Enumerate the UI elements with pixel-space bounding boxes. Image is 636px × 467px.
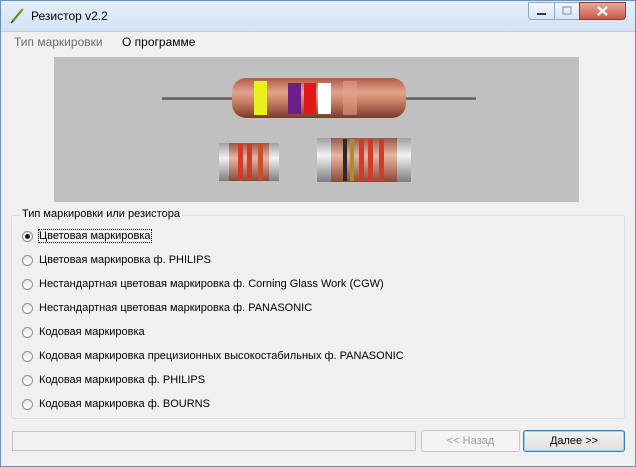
chip-resistor-small — [219, 143, 279, 181]
radio-button[interactable] — [22, 231, 33, 242]
option-label: Цветовая маркировка ф. PHILIPS — [39, 254, 211, 266]
maximize-icon — [562, 6, 572, 15]
option-label: Кодовая маркировка прецизионных высокост… — [39, 350, 404, 362]
option-label: Цветовая маркировка — [38, 229, 152, 243]
option-label: Кодовая маркировка — [39, 326, 145, 338]
radio-button[interactable] — [22, 375, 33, 386]
resistor-illustration — [162, 78, 476, 182]
group-title: Тип маркировки или резистора — [20, 208, 182, 220]
chip-resistor-large — [317, 138, 411, 182]
menu-marking-type[interactable]: Тип маркировки — [14, 35, 103, 49]
radio-button[interactable] — [22, 255, 33, 266]
back-button[interactable]: << Назад — [421, 430, 520, 452]
resistor-image-panel — [54, 57, 579, 202]
radio-button[interactable] — [22, 279, 33, 290]
option-label: Кодовая маркировка ф. BOURNS — [39, 398, 210, 410]
close-button[interactable] — [579, 2, 626, 20]
window-title: Резистор v2.2 — [31, 9, 108, 23]
radio-button[interactable] — [22, 351, 33, 362]
app-window: Резистор v2.2 Тип маркировки О программе — [0, 0, 636, 467]
radio-button[interactable] — [22, 303, 33, 314]
minimize-button[interactable] — [528, 2, 555, 20]
title-bar[interactable]: Резистор v2.2 — [1, 1, 635, 32]
marking-type-group: Тип маркировки или резистора Цветовая ма… — [11, 208, 625, 419]
menu-about[interactable]: О программе — [122, 35, 195, 49]
option-label: Нестандартная цветовая маркировка ф. Cor… — [39, 278, 384, 290]
radio-button[interactable] — [22, 399, 33, 410]
option-label: Нестандартная цветовая маркировка ф. PAN… — [39, 302, 313, 314]
resistor-pen-icon — [10, 8, 24, 24]
radio-selected-dot — [25, 234, 30, 239]
close-icon — [597, 6, 608, 16]
status-field — [12, 431, 416, 451]
option-label: Кодовая маркировка ф. PHILIPS — [39, 374, 206, 386]
menu-bar: Тип маркировки О программе — [1, 32, 635, 51]
radio-button[interactable] — [22, 327, 33, 338]
main-resistor — [162, 78, 476, 118]
minimize-icon — [537, 13, 546, 15]
maximize-button[interactable] — [554, 2, 580, 20]
next-button[interactable]: Далее >> — [523, 430, 625, 452]
